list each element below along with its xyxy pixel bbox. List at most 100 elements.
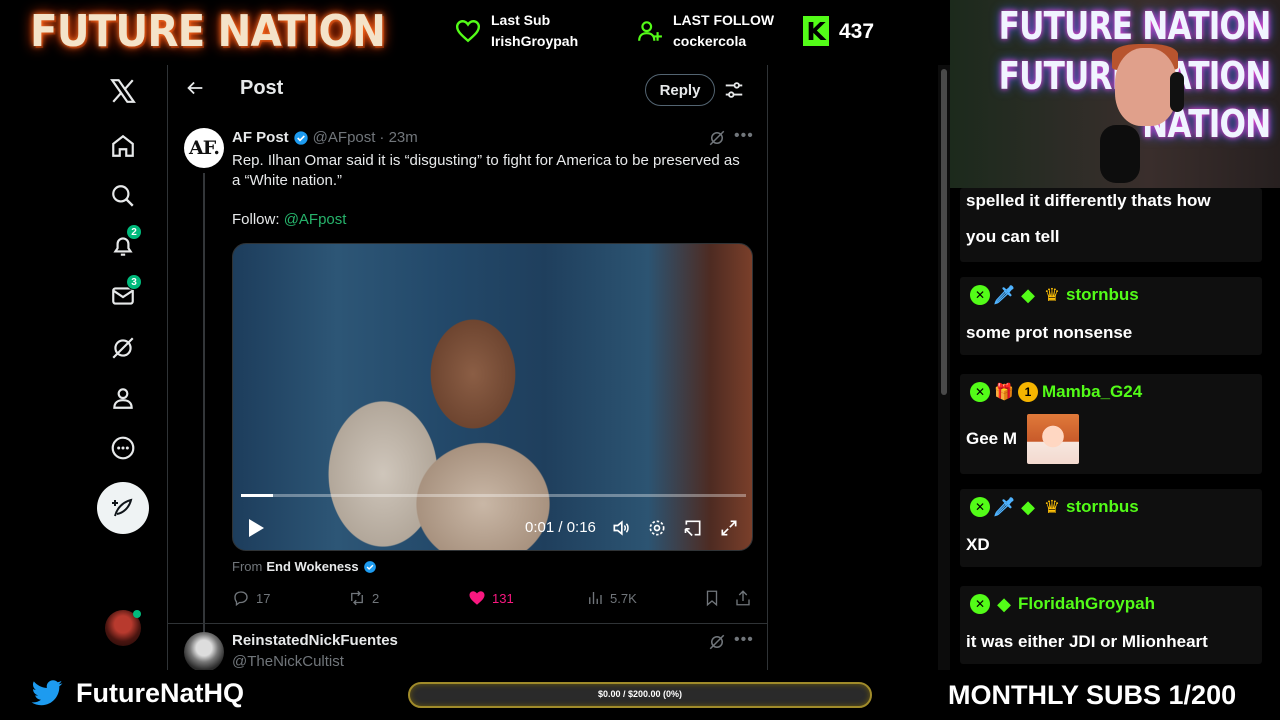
settings-sliders-icon[interactable] (723, 79, 745, 101)
video-source-line: From End Wokeness (232, 559, 377, 574)
last-follow-name: cockercola (673, 33, 747, 49)
view-count: 5.7K (610, 590, 637, 606)
home-icon[interactable] (108, 131, 138, 161)
headset (1170, 72, 1184, 112)
chat-message-body: Gee M (966, 414, 1080, 464)
chat-username[interactable]: stornbus (1066, 285, 1139, 305)
divider (168, 623, 767, 624)
grok-icon[interactable] (708, 633, 726, 651)
reply-author-handle[interactable]: @TheNickCultist (232, 653, 344, 670)
video-player[interactable]: 0:01 / 0:16 (232, 243, 753, 551)
chat-message-text: it was either JDI or Mlionheart (966, 632, 1208, 651)
reply-action[interactable]: 17 (232, 589, 270, 607)
kick-logo-icon: K (803, 16, 829, 46)
compose-post-button[interactable] (97, 482, 149, 534)
reply-author-name[interactable]: ReinstatedNickFuentes (232, 632, 398, 649)
more-options-icon[interactable]: ••• (734, 127, 754, 145)
chat-message-text: some prot nonsense (966, 323, 1133, 342)
video-source-name[interactable]: End Wokeness (266, 559, 358, 574)
author-avatar[interactable]: AF. (184, 128, 224, 168)
sword-badge-icon: 🗡 (992, 496, 1016, 517)
profile-icon[interactable] (108, 383, 138, 413)
thread-line (203, 173, 205, 633)
volume-icon[interactable] (611, 518, 631, 538)
twitter-handle-widget: FutureNatHQ (30, 678, 244, 709)
chat-message-text: XD (966, 535, 990, 554)
online-dot (133, 610, 141, 618)
last-follow-widget: LAST FOLLOW cockercola (637, 10, 774, 52)
crown-badge-icon: ♛ (1043, 496, 1061, 517)
gem-badge-icon: ◆ (1021, 496, 1035, 517)
chat-username[interactable]: FloridahGroypah (1018, 594, 1155, 614)
gem-badge-icon: ◆ (997, 593, 1011, 614)
heart-filled-icon (469, 591, 485, 605)
chat-username-line: ✕ 🗡 ◆ ♛ stornbus (970, 285, 1139, 305)
kick-follower-count: K 437 (803, 16, 874, 46)
donation-goal-text: $0.00 / $200.00 (0%) (597, 689, 683, 699)
x-logo-icon[interactable] (108, 76, 138, 106)
tweet-time[interactable]: · 23m (379, 129, 417, 146)
brand-logo: FUTURE NATION (30, 6, 386, 57)
video-progress-bar[interactable] (241, 494, 746, 497)
repost-action[interactable]: 2 (348, 589, 379, 607)
crown-badge-icon: ♛ (1043, 284, 1061, 305)
more-icon[interactable] (108, 433, 138, 463)
search-icon[interactable] (108, 181, 138, 211)
share-icon[interactable] (734, 589, 752, 607)
last-sub-name: IrishGroypah (491, 33, 579, 49)
kick-sub-badge-icon: ✕ (970, 285, 990, 305)
grok-icon[interactable] (708, 129, 726, 147)
chat-message: spelled it differently thats how you can… (960, 188, 1262, 262)
page-title: Post (240, 77, 284, 99)
chat-message-text: you can tell (966, 227, 1060, 246)
kick-sub-badge-icon: ✕ (970, 497, 990, 517)
scrollbar-thumb[interactable] (941, 69, 947, 395)
play-icon[interactable] (247, 518, 265, 538)
heart-icon (455, 20, 481, 43)
grok-icon[interactable] (108, 333, 138, 363)
chat-username-line: ✕ 🗡 ◆ ♛ stornbus (970, 497, 1139, 517)
tier-one-badge-icon: 1 (1018, 382, 1038, 402)
webcam-feed: FUTURE NATION FUTURE NATION NATION (950, 0, 1280, 188)
settings-gear-icon[interactable] (647, 518, 667, 538)
author-name[interactable]: AF Post (232, 129, 289, 146)
follow-handle-link[interactable]: @AFpost (284, 211, 347, 228)
bookmark-icon[interactable] (703, 589, 721, 607)
chat-username[interactable]: stornbus (1066, 497, 1139, 517)
reply-icon (234, 591, 248, 607)
anime-emote-icon (1027, 414, 1080, 464)
messages-icon[interactable]: 3 (108, 274, 142, 311)
chat-message-text: spelled it differently thats how (966, 191, 1211, 210)
views-chart-icon (589, 592, 602, 604)
streamer-face (1115, 48, 1177, 126)
donation-goal-bar: $0.00 / $200.00 (0%) (408, 682, 872, 708)
chat-message: ✕ 🗡 ◆ ♛ stornbus some prot nonsense (960, 277, 1262, 355)
like-count: 131 (492, 590, 514, 606)
author-handle[interactable]: @AFpost (313, 129, 376, 146)
reply-button[interactable]: Reply (645, 74, 715, 106)
kick-sub-badge-icon: ✕ (970, 382, 990, 402)
last-sub-widget: Last Sub IrishGroypah (455, 10, 578, 52)
microphone (1100, 125, 1140, 183)
verified-badge-icon (294, 130, 308, 145)
repost-icon (351, 590, 363, 606)
more-options-icon[interactable]: ••• (734, 631, 754, 649)
twitter-handle: FutureNatHQ (76, 678, 244, 708)
twitter-bird-icon (31, 679, 63, 705)
tweet-author-line: AF Post @AFpost · 23m (232, 129, 418, 146)
verified-badge-icon (363, 560, 376, 573)
scrollbar[interactable] (938, 65, 950, 670)
x-sidebar-nav: 2 3 (0, 65, 168, 670)
reply-author-avatar[interactable] (184, 632, 224, 670)
like-action[interactable]: 131 (468, 589, 514, 607)
gift-badge-icon: 🎁 (994, 384, 1014, 401)
views-action[interactable]: 5.7K (586, 589, 637, 607)
back-arrow-icon[interactable] (184, 77, 206, 99)
add-user-icon (638, 21, 662, 41)
picture-in-picture-icon[interactable] (683, 518, 703, 538)
follow-prefix: Follow: (232, 211, 284, 228)
fullscreen-icon[interactable] (719, 518, 739, 538)
account-avatar[interactable] (105, 610, 141, 646)
notifications-icon[interactable]: 2 (108, 224, 142, 261)
chat-username[interactable]: Mamba_G24 (1042, 382, 1142, 402)
